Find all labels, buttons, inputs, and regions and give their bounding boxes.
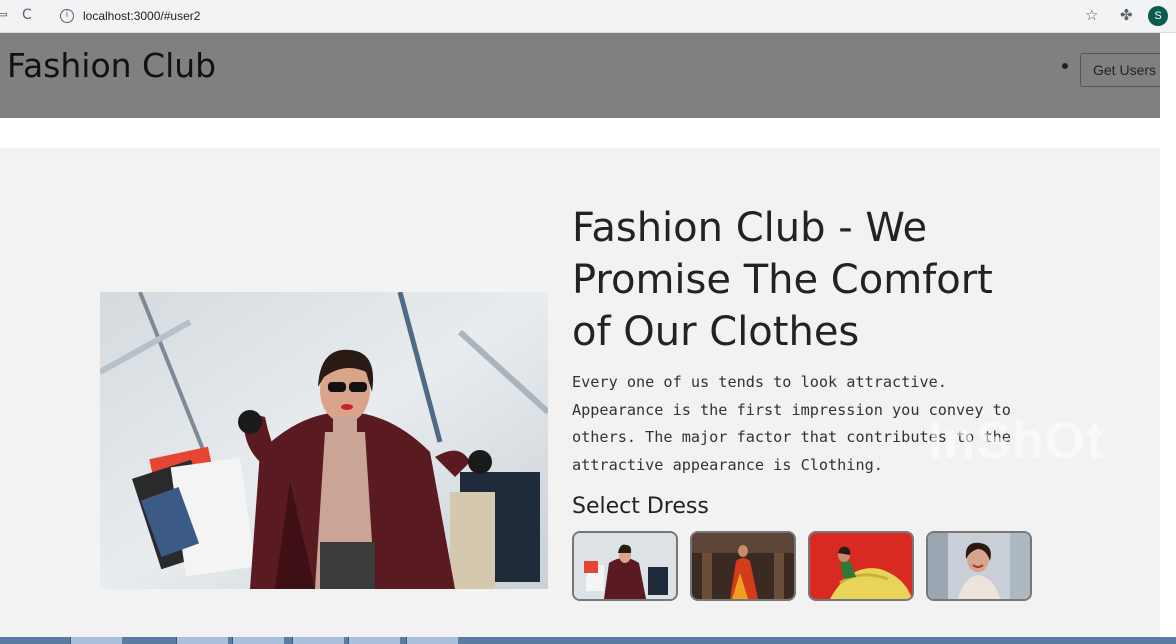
- back-arrow-icon[interactable]: ⇦: [0, 7, 8, 23]
- get-users-button[interactable]: Get Users: [1080, 53, 1170, 87]
- taskbar-app-icon[interactable]: [348, 637, 400, 644]
- select-dress-heading: Select Dress: [572, 494, 709, 519]
- profile-avatar[interactable]: S: [1148, 6, 1168, 26]
- taskbar-app-icon[interactable]: [232, 637, 284, 644]
- taskbar-app-icon[interactable]: [292, 637, 344, 644]
- brand-title[interactable]: Fashion Club: [7, 46, 216, 85]
- url-text[interactable]: localhost:3000/#user2: [83, 9, 200, 23]
- dress-thumbnail-list: [572, 531, 1032, 601]
- browser-toolbar: ⇦ C i localhost:3000/#user2 ☆ ✤ S: [0, 0, 1176, 33]
- dress-thumbnail-1[interactable]: [572, 531, 678, 601]
- page-edge: [1160, 33, 1176, 637]
- reload-icon[interactable]: C: [22, 7, 32, 23]
- taskbar-app-icon[interactable]: [176, 637, 228, 644]
- extensions-puzzle-icon[interactable]: ✤: [1120, 6, 1133, 24]
- nav-bullet-icon: [1062, 63, 1068, 69]
- taskbar-app-icon[interactable]: [406, 637, 458, 644]
- hero-image: [100, 292, 548, 589]
- app-navbar: Fashion Club Get Users: [0, 33, 1170, 118]
- hero-headline: Fashion Club - We Promise The Comfort of…: [572, 205, 993, 355]
- dress-thumbnail-3[interactable]: [808, 531, 914, 601]
- site-info-icon[interactable]: i: [60, 9, 74, 23]
- dress-thumbnail-2[interactable]: [690, 531, 796, 601]
- video-watermark: InShOt: [928, 412, 1105, 470]
- address-bar[interactable]: i localhost:3000/#user2: [50, 4, 1110, 28]
- taskbar-app-icon[interactable]: [70, 637, 122, 644]
- dress-thumbnail-4[interactable]: [926, 531, 1032, 601]
- bookmark-star-icon[interactable]: ☆: [1085, 6, 1098, 24]
- hero-section: Fashion Club - We Promise The Comfort of…: [0, 148, 1160, 637]
